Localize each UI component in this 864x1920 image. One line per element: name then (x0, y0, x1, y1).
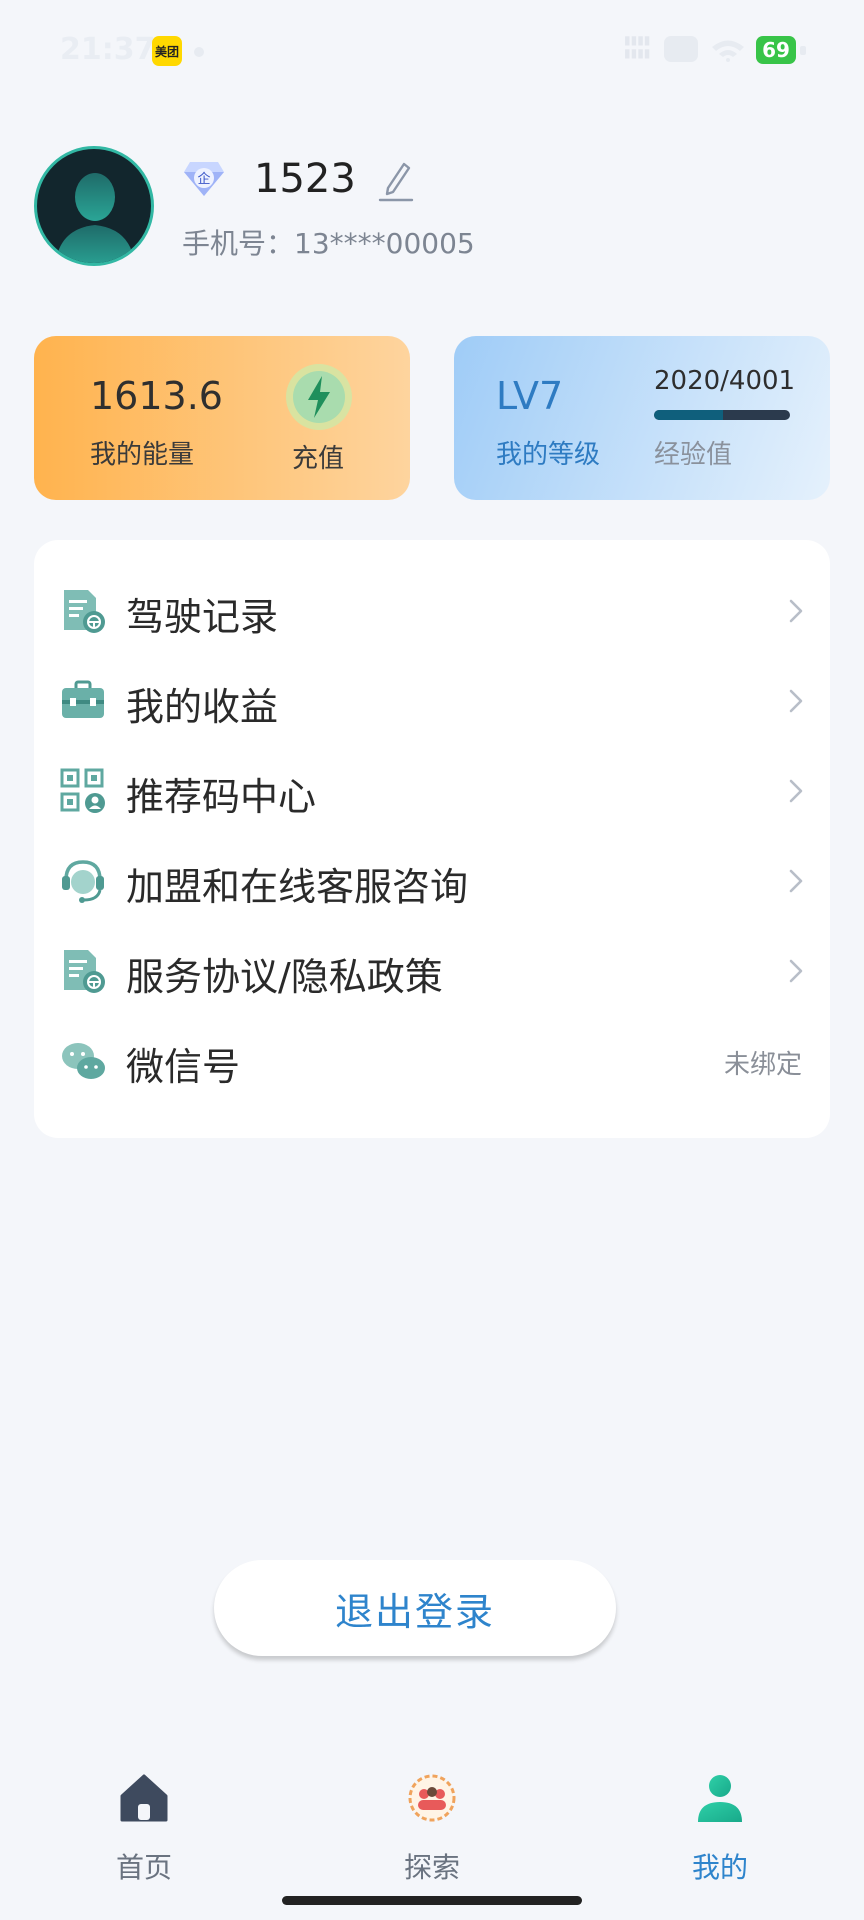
tab-mine[interactable]: 我的 (650, 1772, 790, 1884)
menu-item-earnings[interactable]: 我的收益 (34, 656, 830, 746)
menu-label: 服务协议/隐私政策 (126, 955, 443, 999)
customer-service-icon (62, 860, 104, 903)
bottom-tab-bar: 首页 探索 我的 (0, 1752, 864, 1884)
status-time: 21:37 (60, 32, 156, 67)
tab-home[interactable]: 首页 (74, 1772, 214, 1884)
user-icon (698, 1775, 742, 1822)
profile-header: 企 1523 手机号：13****00005 (34, 146, 834, 276)
chevron-right-icon (789, 689, 803, 713)
signal-icon: ▮▮▮▮ ▮▮▮▮ (624, 33, 651, 60)
energy-card[interactable]: 1613.6 我的能量 充值 (34, 336, 410, 500)
person-silhouette-icon (55, 173, 135, 263)
status-bar: 21:37 美团 ▮▮▮▮ ▮▮▮▮ 69 (0, 0, 864, 100)
chevron-right-icon (789, 869, 803, 893)
edit-icon[interactable] (376, 158, 416, 202)
agreement-icon (64, 950, 105, 993)
exp-progress-bar (654, 410, 790, 420)
menu-label: 加盟和在线客服咨询 (126, 865, 469, 909)
wifi-icon (712, 40, 744, 62)
avatar[interactable] (34, 146, 154, 266)
home-icon (120, 1774, 168, 1822)
camera-in-use-icon (664, 36, 698, 62)
lightning-icon[interactable] (284, 362, 354, 432)
tab-explore[interactable]: 探索 (362, 1772, 502, 1884)
enterprise-diamond-icon: 企 (182, 158, 226, 198)
notification-dot-icon (194, 47, 204, 57)
recharge-button[interactable]: 充值 (292, 438, 344, 475)
driving-record-icon (64, 590, 105, 633)
logout-button[interactable]: 退出登录 (214, 1560, 616, 1656)
level-card[interactable]: LV7 我的等级 2020/4001 经验值 (454, 336, 830, 500)
battery-tip (800, 46, 806, 55)
briefcase-icon (62, 680, 104, 718)
exp-value: 2020/4001 (654, 366, 796, 396)
exp-progress-fill (654, 410, 723, 420)
energy-value: 1613.6 (90, 374, 223, 418)
menu-item-driving-record[interactable]: 驾驶记录 (34, 566, 830, 656)
chevron-right-icon (789, 779, 803, 803)
tab-label: 我的 (691, 1851, 748, 1884)
meituan-app-icon: 美团 (152, 36, 182, 66)
menu-label: 我的收益 (126, 685, 279, 729)
chevron-right-icon (789, 959, 803, 983)
menu-list: 驾驶记录 我的收益 推荐码中心 加盟和在线客服咨询 服务协议/隐私政策 微信号 … (34, 540, 830, 1138)
menu-item-wechat[interactable]: 微信号 未绑定 (34, 1016, 830, 1106)
menu-item-customer-service[interactable]: 加盟和在线客服咨询 (34, 836, 830, 926)
qr-code-icon (60, 768, 105, 813)
menu-item-referral-code[interactable]: 推荐码中心 (34, 746, 830, 836)
menu-label: 驾驶记录 (126, 595, 279, 639)
tab-label: 首页 (115, 1851, 172, 1884)
username: 1523 (254, 156, 356, 202)
level-value: LV7 (496, 374, 564, 418)
status-icons: ▮▮▮▮ ▮▮▮▮ 69 (624, 32, 864, 68)
chevron-right-icon (789, 599, 803, 623)
level-label: 我的等级 (496, 440, 601, 470)
wechat-bind-status: 未绑定 (723, 1050, 802, 1080)
phone-number: 手机号：13****00005 (182, 227, 475, 260)
wechat-icon (62, 1043, 105, 1079)
menu-label: 微信号 (126, 1045, 241, 1089)
battery-icon: 69 (756, 36, 796, 64)
badge-text: 企 (197, 171, 210, 187)
tab-label: 探索 (403, 1851, 460, 1884)
energy-label: 我的能量 (90, 440, 195, 470)
home-indicator[interactable] (282, 1896, 582, 1905)
menu-label: 推荐码中心 (126, 775, 317, 819)
exp-label: 经验值 (654, 440, 733, 470)
menu-item-agreement[interactable]: 服务协议/隐私政策 (34, 926, 830, 1016)
explore-icon (408, 1774, 456, 1822)
